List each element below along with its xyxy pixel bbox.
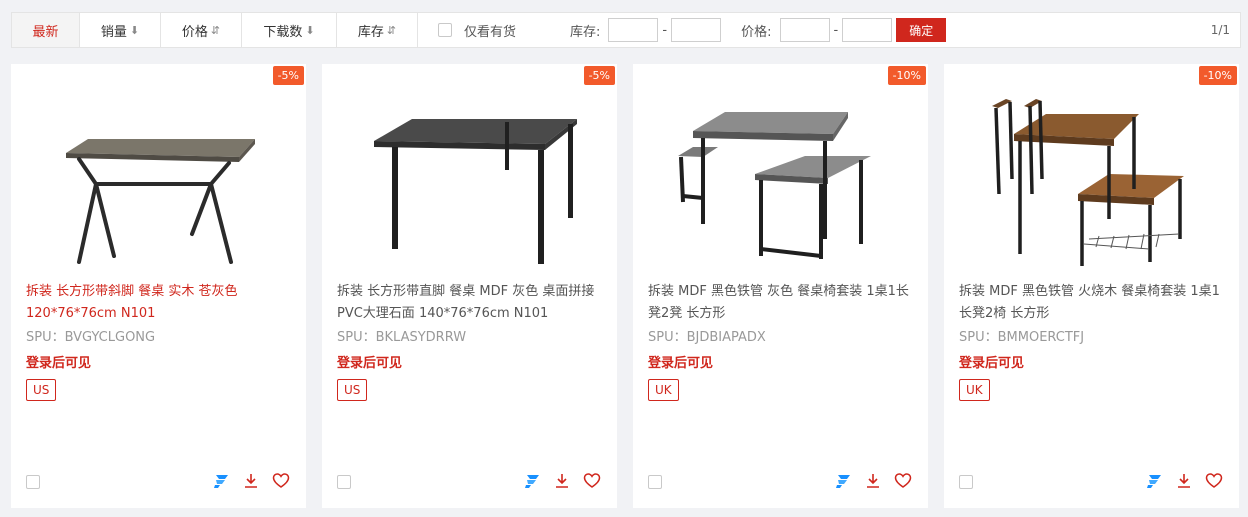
region-tag: US — [337, 379, 368, 401]
price-range-label: 价格: — [741, 24, 772, 40]
sort-downloads[interactable]: 下载数 ⬇ — [242, 13, 337, 47]
region-tag: US — [26, 379, 57, 401]
card-actions — [1145, 472, 1223, 490]
sort-price-label: 价格 — [181, 24, 208, 40]
stock-max-input[interactable] — [671, 18, 722, 42]
login-to-view-price[interactable]: 登录后可见 — [648, 352, 713, 371]
download-icon[interactable] — [864, 472, 882, 490]
select-product-checkbox[interactable] — [337, 475, 351, 489]
card-actions — [834, 472, 912, 490]
range-dash: - — [662, 22, 668, 38]
sort-stock[interactable]: 库存 ⇵ — [337, 13, 418, 47]
product-title[interactable]: 拆装 长方形带直脚 餐桌 MDF 灰色 桌面拼接 PVC大理石面 140*76*… — [337, 281, 602, 325]
stock-min-input[interactable] — [608, 18, 659, 42]
brand-f-icon[interactable] — [523, 472, 541, 490]
product-title[interactable]: 拆装 MDF 黑色铁管 火烧木 餐桌椅套装 1桌1长凳2椅 长方形 — [959, 281, 1224, 325]
product-spu: SPU：BKLASYDRRW — [337, 330, 467, 345]
discount-badge: -5% — [272, 66, 304, 85]
range-dash: - — [833, 22, 839, 38]
brand-f-icon[interactable] — [1145, 472, 1163, 490]
product-card[interactable]: -5% 拆装 长方形带斜脚 餐桌 实木 苍灰色 120*76*76cm N101… — [11, 64, 306, 508]
sort-newest-label: 最新 — [32, 24, 59, 40]
download-icon[interactable] — [242, 472, 260, 490]
discount-badge: -5% — [583, 66, 615, 85]
heart-icon[interactable] — [894, 472, 912, 490]
sort-downloads-label: 下载数 — [263, 24, 303, 40]
heart-icon[interactable] — [272, 472, 290, 490]
in-stock-only-checkbox[interactable] — [438, 23, 452, 37]
product-title[interactable]: 拆装 长方形带斜脚 餐桌 实木 苍灰色 120*76*76cm N101 — [26, 281, 291, 325]
stock-range-label: 库存: — [570, 24, 601, 40]
confirm-filter-button[interactable]: 确定 — [896, 18, 947, 42]
discount-badge: -10% — [887, 66, 926, 85]
page-count: 1/1 — [1210, 23, 1230, 37]
price-max-input[interactable] — [842, 18, 893, 42]
price-min-input[interactable] — [779, 18, 830, 42]
select-product-checkbox[interactable] — [26, 475, 40, 489]
arrow-down-icon: ⬇ — [305, 23, 315, 37]
heart-icon[interactable] — [1205, 472, 1223, 490]
product-card[interactable]: -10% 拆装 MDF 黑色铁管 灰色 餐桌椅套装 1桌1长凳2凳 长方形 SP… — [633, 64, 928, 508]
region-tag: UK — [648, 379, 679, 401]
card-actions — [523, 472, 601, 490]
in-stock-only-label: 仅看有货 — [464, 24, 517, 40]
login-to-view-price[interactable]: 登录后可见 — [959, 352, 1024, 371]
region-tag: UK — [959, 379, 990, 401]
select-product-checkbox[interactable] — [959, 475, 973, 489]
product-card[interactable]: -10% 拆装 MDF 黑色铁管 火烧木 餐桌椅套装 1桌1长凳2椅 长方形 S… — [944, 64, 1239, 508]
sort-filter-bar: 最新 销量 ⬇ 价格 ⇵ 下载数 ⬇ 库存 ⇵ 仅看有货 库存: - 价格: - 确定 … — [11, 12, 1241, 48]
login-to-view-price[interactable]: 登录后可见 — [337, 352, 402, 371]
sort-price[interactable]: 价格 ⇵ — [161, 13, 242, 47]
download-icon[interactable] — [1175, 472, 1193, 490]
product-card[interactable]: -5% 拆装 长方形带直脚 餐桌 MDF 灰色 桌面拼接 PVC大理石面 140… — [322, 64, 617, 508]
sort-newest[interactable]: 最新 — [12, 13, 80, 47]
sort-sales[interactable]: 销量 ⬇ — [80, 13, 161, 47]
product-image[interactable] — [984, 84, 1199, 269]
sort-icon: ⇵ — [386, 23, 397, 37]
discount-badge: -10% — [1198, 66, 1237, 85]
product-spu: SPU：BVGYCLGONG — [26, 330, 156, 345]
product-title[interactable]: 拆装 MDF 黑色铁管 灰色 餐桌椅套装 1桌1长凳2凳 长方形 — [648, 281, 913, 325]
product-grid: -5% 拆装 长方形带斜脚 餐桌 实木 苍灰色 120*76*76cm N101… — [11, 64, 1239, 508]
product-spu: SPU：BJDBIAPADX — [648, 330, 766, 345]
download-icon[interactable] — [553, 472, 571, 490]
heart-icon[interactable] — [583, 472, 601, 490]
product-image[interactable] — [51, 84, 266, 269]
select-product-checkbox[interactable] — [648, 475, 662, 489]
arrow-down-icon: ⬇ — [129, 23, 140, 37]
in-stock-only-filter[interactable]: 仅看有货 — [438, 21, 516, 40]
sort-icon: ⇵ — [210, 23, 221, 37]
login-to-view-price[interactable]: 登录后可见 — [26, 352, 91, 371]
sort-stock-label: 库存 — [357, 24, 384, 40]
product-spu: SPU：BMMOERCTFJ — [959, 330, 1085, 345]
card-actions — [212, 472, 290, 490]
sort-sales-label: 销量 — [100, 24, 127, 40]
brand-f-icon[interactable] — [212, 472, 230, 490]
product-image[interactable] — [673, 84, 888, 269]
product-image[interactable] — [362, 84, 577, 269]
brand-f-icon[interactable] — [834, 472, 852, 490]
